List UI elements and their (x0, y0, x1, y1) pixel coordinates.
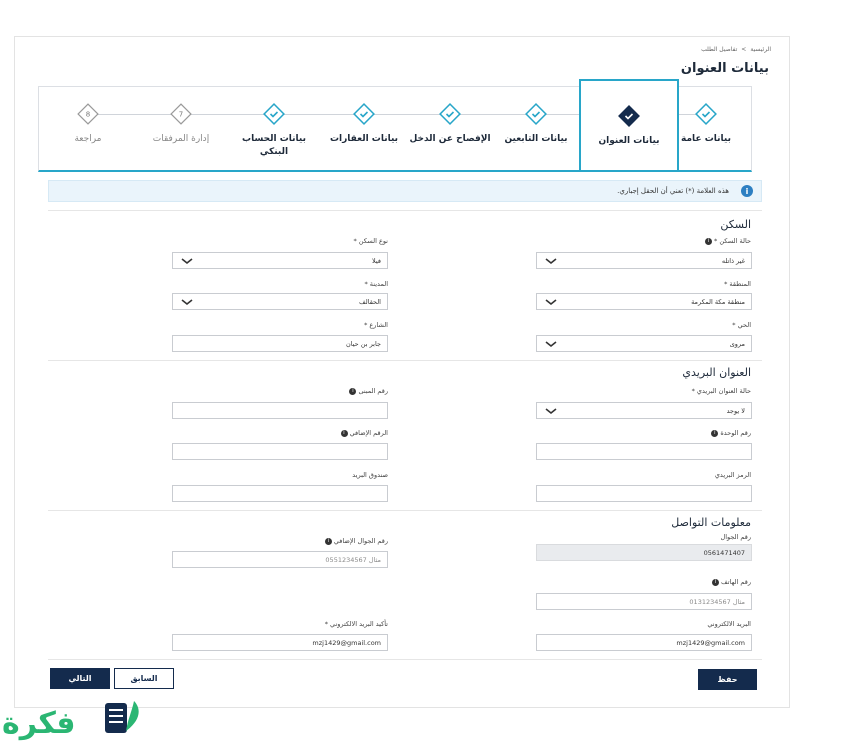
check-diamond-icon (525, 103, 547, 125)
phone-label: رقم الهاتف i (709, 578, 751, 586)
postal-status-label: حالة العنوان البريدي * (691, 387, 751, 395)
step-property-data[interactable]: بيانات العقارات (319, 87, 409, 171)
required-fields-notice: i هذه العلامة (*) تعني أن الحقل إجباري. (48, 180, 762, 202)
email-input[interactable]: mzj1429@gmail.com (536, 634, 752, 651)
chevron-down-icon (545, 257, 557, 264)
breadcrumb: الرئيسية > تفاصيل الطلب (701, 46, 771, 53)
previous-button[interactable]: السابق (114, 668, 174, 689)
city-label: المدينة * (364, 280, 388, 288)
district-label: الحي * (732, 321, 751, 329)
housing-status-select[interactable]: غير ذاتله (536, 252, 752, 269)
step-label: بيانات العقارات (329, 134, 399, 144)
step-label: بيانات الحساب البنكي (242, 134, 306, 157)
email-confirm-input[interactable]: mzj1429@gmail.com (172, 634, 388, 651)
step-review[interactable]: 8 مراجعة (43, 87, 133, 171)
mobile-input[interactable]: 0561471407 (536, 544, 752, 561)
breadcrumb-separator: > (741, 46, 747, 53)
section-divider (48, 210, 762, 211)
chevron-down-icon (181, 298, 193, 305)
breadcrumb-current: تفاصيل الطلب (701, 46, 738, 53)
next-button[interactable]: التالي (50, 668, 110, 689)
check-diamond-icon (695, 103, 717, 125)
step-attachments[interactable]: 7 إدارة المرفقات (136, 87, 226, 171)
required-fields-text: هذه العلامة (*) تعني أن الحقل إجباري. (617, 187, 729, 195)
chevron-down-icon (181, 257, 193, 264)
chevron-down-icon (545, 298, 557, 305)
check-diamond-icon (618, 105, 640, 127)
step-number-diamond-icon: 7 (170, 103, 192, 125)
housing-status-label: حالة السكن * i (702, 237, 751, 245)
district-select[interactable]: مروى (536, 335, 752, 352)
email-label: البريد الالكتروني (707, 620, 751, 628)
extra-mobile-input[interactable]: مثال 0551234567 (172, 551, 388, 568)
step-dependents-data[interactable]: بيانات التابعين (491, 87, 581, 171)
chevron-down-icon (545, 407, 557, 414)
email-confirm-label: تأكيد البريد الالكتروني * (324, 620, 388, 628)
unit-number-input[interactable] (536, 443, 752, 460)
step-address-data[interactable]: بيانات العنوان (579, 79, 679, 172)
save-button[interactable]: حفظ (698, 669, 757, 690)
step-label: بيانات التابعين (504, 134, 568, 144)
building-number-input[interactable] (172, 402, 388, 419)
step-label: الإفصاح عن الدخل (409, 134, 491, 144)
check-diamond-icon (263, 103, 285, 125)
step-label: إدارة المرفقات (152, 134, 210, 144)
contact-section-title: معلومات التواصل (671, 516, 751, 529)
fikra-logo: فكرة (2, 701, 139, 741)
extra-mobile-label: رقم الجوال الإضافي i (322, 537, 388, 545)
building-number-label: رقم المبنى i (346, 387, 388, 395)
postal-code-input[interactable] (536, 485, 752, 502)
step-number-diamond-icon: 8 (77, 103, 99, 125)
page-title: بيانات العنوان (680, 61, 769, 76)
street-label: الشارع * (364, 321, 388, 329)
check-diamond-icon (353, 103, 375, 125)
mobile-label: رقم الجوال (720, 533, 751, 541)
additional-number-input[interactable] (172, 443, 388, 460)
po-box-input[interactable] (172, 485, 388, 502)
svg-text:7: 7 (179, 111, 183, 119)
street-input[interactable]: جابر بن حيان (172, 335, 388, 352)
info-icon: i (741, 185, 753, 197)
section-divider (48, 659, 762, 660)
postal-code-label: الرمز البريدي (714, 471, 751, 479)
phone-input[interactable]: مثال 0131234567 (536, 593, 752, 610)
po-box-label: صندوق البريد (352, 471, 388, 479)
step-income-disclosure[interactable]: الإفصاح عن الدخل (405, 87, 495, 171)
postal-status-select[interactable]: لا يوجد (536, 402, 752, 419)
help-icon: i (324, 537, 332, 545)
section-divider (48, 510, 762, 511)
region-select[interactable]: منطقة مكة المكرمة (536, 293, 752, 310)
svg-text:8: 8 (86, 111, 90, 119)
additional-number-label: الرقم الإضافي i (338, 429, 388, 437)
help-icon: i (711, 578, 719, 586)
help-icon: i (349, 387, 357, 395)
unit-number-label: رقم الوحدة i (708, 429, 751, 437)
step-label: بيانات العنوان (598, 136, 660, 146)
help-icon: i (711, 429, 719, 437)
section-divider (48, 360, 762, 361)
svg-text:فكرة: فكرة (2, 706, 75, 741)
help-icon: i (340, 429, 348, 437)
help-icon: i (704, 237, 712, 245)
city-select[interactable]: الحقالف (172, 293, 388, 310)
housing-section-title: السكن (720, 218, 751, 231)
housing-type-select[interactable]: فيلا (172, 252, 388, 269)
step-label: مراجعة (74, 134, 102, 144)
check-diamond-icon (439, 103, 461, 125)
step-bank-account-data[interactable]: بيانات الحساب البنكي (229, 87, 319, 171)
chevron-down-icon (545, 340, 557, 347)
breadcrumb-home[interactable]: الرئيسية (750, 46, 771, 53)
postal-section-title: العنوان البريدي (682, 366, 751, 379)
stepper: بيانات عامة بيانات العنوان بيانات التابع… (38, 79, 752, 172)
housing-type-label: نوع السكن * (353, 237, 388, 245)
region-label: المنطقة * (724, 280, 751, 288)
